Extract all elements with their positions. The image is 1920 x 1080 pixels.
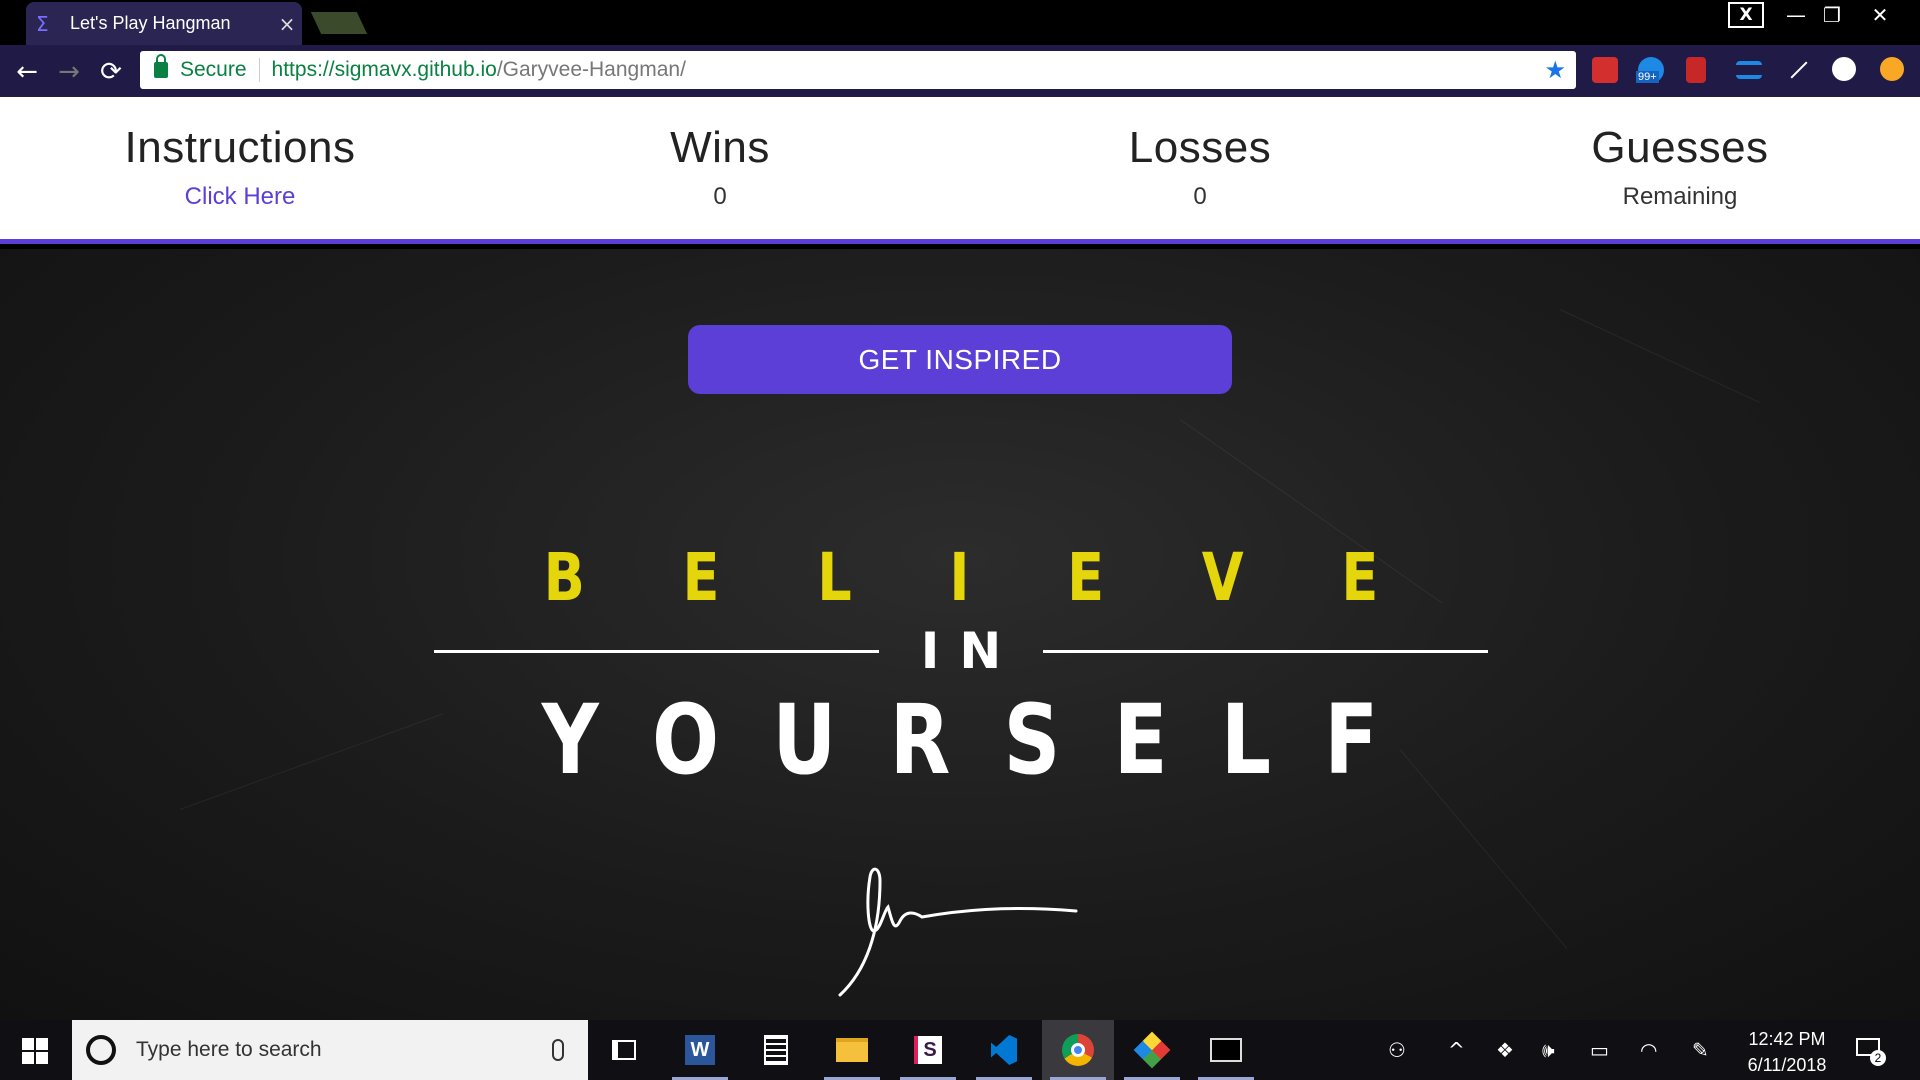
yourself-letter: S <box>1003 684 1061 796</box>
extension-badge-count: 99+ <box>1636 71 1659 83</box>
yourself-letter: U <box>772 684 837 796</box>
wins-heading: Wins <box>670 123 770 172</box>
right-rule <box>1043 649 1489 653</box>
tab-title: Let's Play Hangman <box>70 13 231 33</box>
browser-titlebar: Σ Let's Play Hangman × X — ❐ ✕ <box>0 0 1920 45</box>
people-icon[interactable]: ⚇ <box>1388 1038 1406 1062</box>
stat-losses: Losses 0 <box>960 97 1440 211</box>
yourself-letter: L <box>1220 684 1271 796</box>
left-rule <box>434 649 879 653</box>
yourself-letter: Y <box>541 684 599 796</box>
believe-letter: B <box>543 539 585 616</box>
believe-word: B E L I E V E <box>544 539 1379 616</box>
tab-close-icon[interactable]: × <box>272 12 302 36</box>
search-placeholder: Type here to search <box>136 1038 322 1061</box>
stat-wins: Wins 0 <box>480 97 960 211</box>
address-separator <box>258 58 260 82</box>
new-tab-button[interactable] <box>310 12 368 34</box>
yourself-letter: E <box>1113 684 1168 796</box>
taskbar-search-box[interactable]: Type here to search <box>72 1020 588 1080</box>
browser-toolbar: ← → ⟳ Secure https://sigmavx.github.io /… <box>0 45 1920 97</box>
stat-guesses: Guesses Remaining <box>1440 97 1920 211</box>
chrome-icon[interactable] <box>1042 1020 1114 1080</box>
browser-tab[interactable]: Σ Let's Play Hangman × <box>26 2 302 45</box>
sigma-favicon-icon: Σ <box>36 11 49 36</box>
extension-badge-icon[interactable]: 99+ <box>1636 57 1664 83</box>
url-host: https://sigmavx.github.io <box>271 58 497 81</box>
clock-time: 12:42 PM <box>1748 1029 1826 1049</box>
guesses-heading: Guesses <box>1591 123 1769 172</box>
main-content: GET INSPIRED B E L I E V E IN Y O U R S … <box>0 249 1920 1020</box>
wifi-icon[interactable]: ◠ <box>1640 1038 1657 1062</box>
windows-start-icon[interactable] <box>22 1038 48 1064</box>
stat-instructions: Instructions Click Here <box>0 97 480 211</box>
guesses-remaining: Remaining <box>1622 183 1738 210</box>
clock-date: 6/11/2018 <box>1747 1055 1827 1075</box>
url-path: /Garyvee-Hangman/ <box>496 58 686 81</box>
background-scratch <box>1559 309 1760 403</box>
believe-letter: E <box>1067 539 1105 616</box>
show-hidden-icons-chevron-icon[interactable]: ^ <box>1448 1038 1465 1062</box>
restore-button[interactable]: ❐ <box>1812 0 1852 30</box>
layers-extension-icon[interactable] <box>1736 61 1762 79</box>
bookmark-extension-icon[interactable] <box>1686 57 1706 83</box>
word-icon[interactable]: W <box>664 1020 736 1080</box>
cortana-icon <box>86 1035 116 1065</box>
address-bar[interactable]: Secure https://sigmavx.github.io /Garyve… <box>140 51 1576 89</box>
terminal-icon[interactable] <box>1190 1020 1262 1080</box>
yourself-letter: F <box>1324 684 1379 796</box>
battery-icon[interactable]: ▭ <box>1590 1038 1609 1062</box>
task-view-icon[interactable] <box>588 1020 660 1080</box>
gitkraken-icon[interactable] <box>1116 1020 1188 1080</box>
vscode-icon[interactable] <box>968 1020 1040 1080</box>
close-window-button[interactable]: ✕ <box>1860 0 1900 30</box>
action-center-icon[interactable]: 2 <box>1856 1036 1886 1066</box>
yourself-letter: O <box>652 684 720 796</box>
secure-label: Secure <box>180 58 247 81</box>
believe-letter: E <box>1341 539 1379 616</box>
extension-close-icon[interactable]: X <box>1728 2 1764 28</box>
lock-icon <box>154 54 168 78</box>
believe-letter: L <box>817 539 852 616</box>
instructions-link[interactable]: Click Here <box>0 183 480 211</box>
pen-extension-icon[interactable] <box>1784 57 1810 83</box>
microphone-icon[interactable] <box>552 1039 564 1061</box>
slack-icon[interactable]: S <box>892 1020 964 1080</box>
instructions-heading: Instructions <box>124 123 356 172</box>
lastpass-extension-icon[interactable] <box>1592 57 1618 83</box>
yourself-word: Y O U R S E L F <box>542 684 1378 796</box>
dropbox-icon[interactable]: ❖ <box>1496 1038 1514 1062</box>
windows-taskbar: Type here to search W S ⚇ ^ ❖ 🕪 ▭ ◠ ✎ 12… <box>0 1020 1920 1080</box>
profile-extension-icon[interactable] <box>1832 57 1856 81</box>
forward-arrow-icon[interactable]: → <box>52 55 86 89</box>
notification-count: 2 <box>1870 1050 1886 1066</box>
signature-image <box>838 867 1078 997</box>
stats-header: Instructions Click Here Wins 0 Losses 0 … <box>0 97 1920 244</box>
volume-icon[interactable]: 🕪 <box>1542 1038 1555 1062</box>
yourself-letter: R <box>889 684 951 796</box>
in-word: IN <box>920 622 1022 680</box>
file-explorer-icon[interactable] <box>816 1020 888 1080</box>
reload-icon[interactable]: ⟳ <box>94 55 128 89</box>
in-divider: IN <box>434 622 1489 680</box>
believe-letter: I <box>949 539 970 616</box>
calculator-icon[interactable] <box>740 1020 812 1080</box>
wins-count: 0 <box>713 183 727 210</box>
get-inspired-button[interactable]: GET INSPIRED <box>688 325 1232 394</box>
update-extension-icon[interactable] <box>1880 57 1904 81</box>
background-scratch <box>1399 749 1568 949</box>
believe-letter: E <box>682 539 720 616</box>
losses-heading: Losses <box>1128 123 1272 172</box>
losses-count: 0 <box>1193 183 1207 210</box>
bookmark-star-icon[interactable]: ★ <box>1544 56 1566 84</box>
minimize-button[interactable]: — <box>1776 0 1816 30</box>
believe-letter: V <box>1201 539 1244 616</box>
background-scratch <box>179 713 444 810</box>
system-clock[interactable]: 12:42 PM 6/11/2018 <box>1722 1026 1852 1078</box>
pen-workspace-icon[interactable]: ✎ <box>1692 1038 1709 1062</box>
back-arrow-icon[interactable]: ← <box>10 55 44 89</box>
